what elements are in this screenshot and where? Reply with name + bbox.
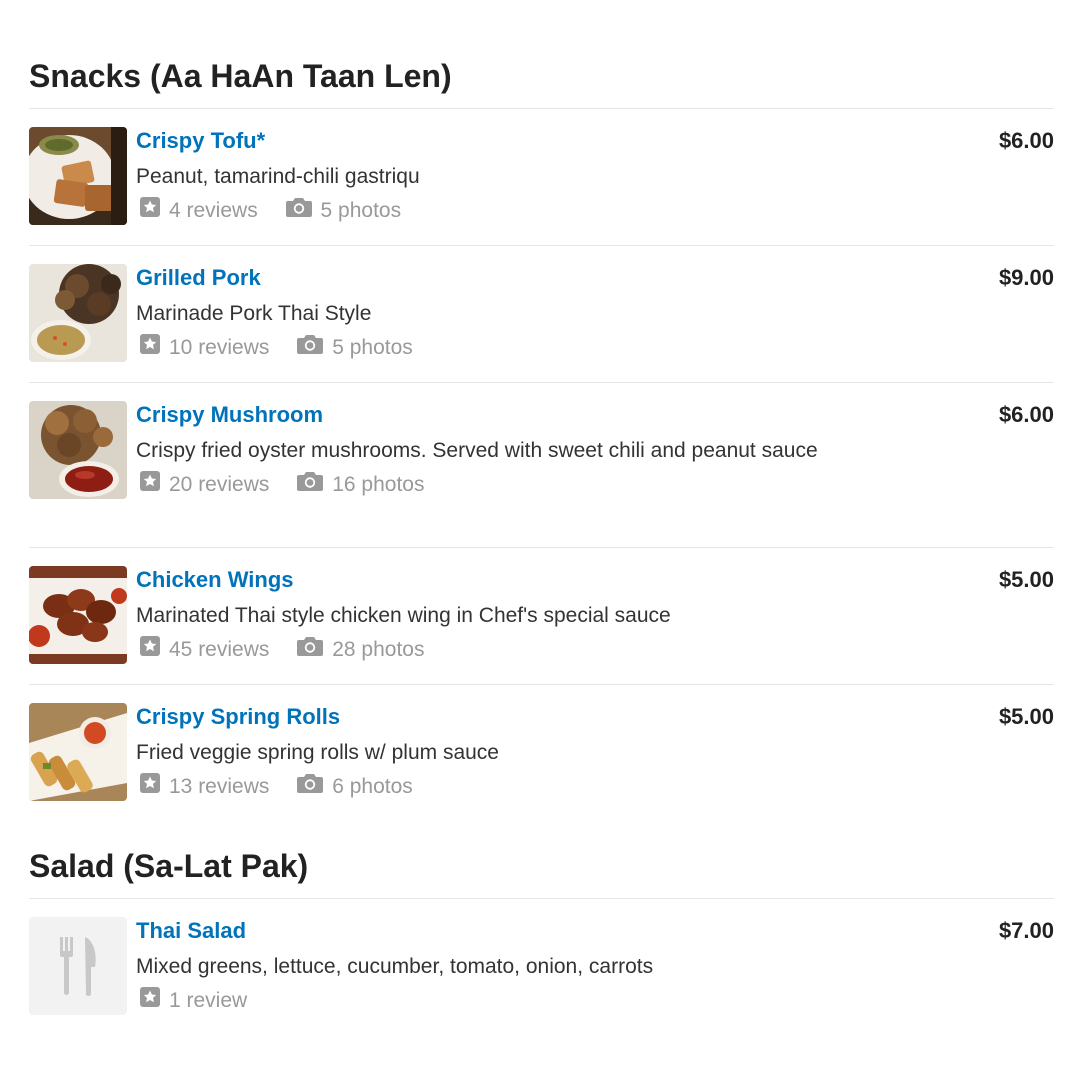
menu-item-meta: 45 reviews 28 photos [136,636,836,664]
menu-item-price: $5.00 [998,704,1054,729]
fork-knife-placeholder-icon[interactable] [29,917,127,1015]
menu-item-price: $5.00 [998,567,1054,592]
menu-item-description: Marinated Thai style chicken wing in Che… [136,604,671,627]
star-icon [140,197,160,225]
menu-item: Chicken Wings Marinated Thai style chick… [29,548,1054,685]
menu-item-description: Crispy fried oyster mushrooms. Served wi… [136,439,818,462]
menu-item-name-link[interactable]: Chicken Wings [136,566,294,594]
reviews-count: 4 reviews [169,199,258,222]
menu-item-meta: 4 reviews 5 photos [136,197,836,225]
menu-item-name-link[interactable]: Crispy Mushroom [136,401,323,429]
section-title: Snacks (Aa HaAn Taan Len) [29,58,452,94]
grilled-pork-photo[interactable] [29,264,127,362]
star-icon [140,334,160,362]
reviews-link[interactable]: 13 reviews [140,773,269,801]
menu-item-info: Chicken Wings Marinated Thai style chick… [136,566,836,664]
menu-section-salad: Salad (Sa-Lat Pak) Thai Salad Mixed gree… [29,846,1054,1035]
menu-item-info: Crispy Spring Rolls Fried veggie spring … [136,703,836,801]
menu-item-info: Crispy Mushroom Crispy fried oyster mush… [136,401,836,499]
reviews-count: 1 review [169,989,248,1012]
reviews-link[interactable]: 45 reviews [140,636,269,664]
camera-icon [285,197,312,225]
menu-item-description: Mixed greens, lettuce, cucumber, tomato,… [136,955,654,978]
camera-icon [297,636,324,664]
photos-count: 16 photos [332,473,425,496]
menu-item-name-link[interactable]: Thai Salad [136,917,246,945]
menu-item-price: $9.00 [998,265,1054,290]
crispy-mushroom-photo[interactable] [29,401,127,499]
camera-icon [297,334,324,362]
photos-count: 6 photos [332,775,413,798]
reviews-count: 13 reviews [169,775,270,798]
menu-item: Crispy Tofu* Peanut, tamarind-chili gast… [29,109,1054,246]
photos-link[interactable]: 28 photos [297,636,424,664]
reviews-link[interactable]: 4 reviews [140,197,258,225]
star-icon [140,636,160,664]
menu-item-description: Fried veggie spring rolls w/ plum sauce [136,741,499,764]
star-icon [140,471,160,499]
camera-icon [297,471,324,499]
menu-item-price: $6.00 [998,402,1054,427]
photos-link[interactable]: 6 photos [297,773,413,801]
crispy-tofu-photo[interactable] [29,127,127,225]
menu-item-meta: 20 reviews 16 photos [136,471,836,499]
menu-item: Crispy Spring Rolls Fried veggie spring … [29,685,1054,821]
reviews-count: 10 reviews [169,336,270,359]
photos-count: 5 photos [332,336,413,359]
photos-count: 5 photos [320,199,402,222]
menu-section-snacks: Snacks (Aa HaAn Taan Len) Crispy Tofu* P… [29,56,1054,821]
menu-item-description: Marinade Pork Thai Style [136,302,372,325]
menu-item-description: Peanut, tamarind-chili gastriqu [136,165,420,188]
menu-item-info: Grilled Pork Marinade Pork Thai Style 10… [136,264,836,362]
menu-item-meta: 1 review [136,987,836,1015]
menu-item: Grilled Pork Marinade Pork Thai Style 10… [29,246,1054,383]
chicken-wings-photo[interactable] [29,566,127,664]
photos-link[interactable]: 5 photos [285,197,402,225]
star-icon [140,773,160,801]
menu-item-name-link[interactable]: Crispy Spring Rolls [136,703,340,731]
spring-rolls-photo[interactable] [29,703,127,801]
photos-link[interactable]: 5 photos [297,334,413,362]
menu-item: Thai Salad Mixed greens, lettuce, cucumb… [29,899,1054,1035]
photos-count: 28 photos [332,638,425,661]
menu-item-meta: 10 reviews 5 photos [136,334,836,362]
menu-item-info: Thai Salad Mixed greens, lettuce, cucumb… [136,917,836,1015]
menu-item-name-link[interactable]: Crispy Tofu* [136,127,265,155]
menu-item-meta: 13 reviews 6 photos [136,773,836,801]
menu-item-name-link[interactable]: Grilled Pork [136,264,261,292]
menu-item-price: $7.00 [998,918,1054,943]
reviews-link[interactable]: 20 reviews [140,471,269,499]
reviews-link[interactable]: 1 review [140,987,247,1015]
menu-item: Crispy Mushroom Crispy fried oyster mush… [29,383,1054,548]
menu-item-price: $6.00 [998,128,1054,153]
reviews-count: 20 reviews [169,473,270,496]
star-icon [140,987,160,1015]
reviews-count: 45 reviews [169,638,270,661]
camera-icon [297,773,324,801]
section-title: Salad (Sa-Lat Pak) [29,848,309,884]
photos-link[interactable]: 16 photos [297,471,424,499]
reviews-link[interactable]: 10 reviews [140,334,269,362]
menu-item-info: Crispy Tofu* Peanut, tamarind-chili gast… [136,127,836,225]
